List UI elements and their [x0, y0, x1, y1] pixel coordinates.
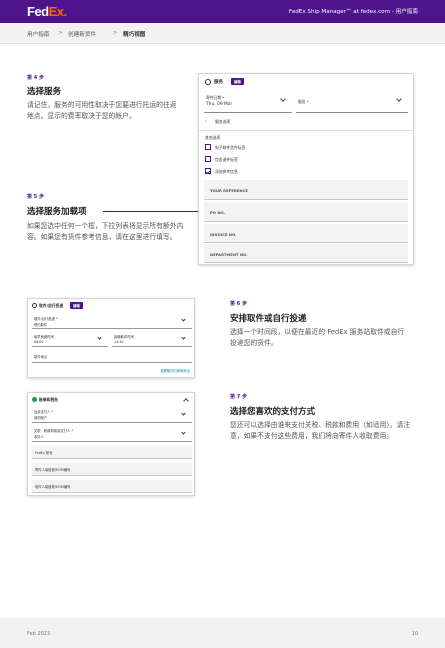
- po-number-field[interactable]: PO NO.: [204, 202, 408, 222]
- ship-date-select[interactable]: 寄件日期 * Thu, 09 Mar: [204, 92, 292, 113]
- document-title: FedEx Ship Manager™ at fedex.com - 用户指南: [288, 9, 418, 15]
- close-time-select[interactable]: 最晚取件时间 14:30: [112, 332, 192, 347]
- connector-line: [103, 211, 198, 212]
- step-4-text: 请记住，服务的可用性取决于您要进行托运的往返地点。显示的费率取决于您的帐户。: [27, 101, 177, 120]
- step-6-label: 第 6 步: [230, 301, 247, 307]
- service-panel: 服务 编辑 寄件日期 * Thu, 09 Mar 服务 * › 服务选项 其他选…: [198, 73, 414, 265]
- duties-payer-select[interactable]: 关税、税款和费用支付人 * 收件人: [32, 426, 192, 442]
- ship-date-label: 寄件日期 *: [206, 95, 225, 100]
- status-dot-icon: [32, 397, 37, 402]
- option-label: 包含退件标签: [215, 157, 238, 162]
- step-7-label: 第 7 步: [230, 394, 247, 400]
- chevron-down-icon: [396, 96, 402, 102]
- chevron-up-icon[interactable]: [183, 398, 189, 404]
- service-label: 服务 *: [298, 99, 309, 104]
- step-5-label: 第 5 步: [27, 194, 44, 200]
- service-panel-title: 服务: [214, 80, 223, 85]
- chevron-down-icon: [181, 411, 186, 416]
- chevron-down-icon: [181, 335, 186, 340]
- recipient-vat-field[interactable]: 收件人增值税/EORI编号: [32, 480, 192, 493]
- department-number-field[interactable]: DEPARTMENT NO.: [204, 244, 408, 263]
- pickup-method-select[interactable]: 取件/自行投递 * 预约取件: [32, 314, 192, 329]
- pickup-panel: 取件/自行投递 编辑 取件/自行投递 * 预约取件 最早就绪时间 08:00 最…: [27, 298, 195, 378]
- step-5-text: 如果您选中任何一个框，下拉列表将显示所有额外内容。如果您有货件参考信息，请在这里…: [27, 222, 184, 241]
- option-label: 电子邮件货件标签: [215, 145, 246, 150]
- invoice-number-field[interactable]: INVOICE NO.: [204, 224, 408, 243]
- chevron-down-icon: [181, 317, 186, 322]
- service-select[interactable]: 服务 *: [296, 92, 408, 113]
- breadcrumb-item: 创建新货件: [68, 32, 96, 38]
- ready-time-select[interactable]: 最早就绪时间 08:00: [32, 332, 108, 347]
- service-options-link[interactable]: 服务选项: [215, 119, 230, 125]
- bill-to-select[interactable]: 运费支付人 * 我的账户: [32, 407, 192, 423]
- return-label-checkbox[interactable]: [205, 156, 211, 162]
- chevron-down-icon: [280, 96, 286, 102]
- breadcrumb-item: 用户指南: [27, 32, 50, 38]
- breadcrumb-separator: >: [58, 30, 63, 36]
- email-label-checkbox[interactable]: [205, 144, 211, 150]
- checkmark-circle-icon: [205, 79, 211, 85]
- billing-panel: 账单和税务 运费支付人 * 我的账户 关税、税款和费用支付人 * 收件人 Fed…: [27, 392, 195, 496]
- pickup-location-field[interactable]: 取件地点: [32, 350, 192, 363]
- shipper-vat-field[interactable]: 寄件人增值税/EORI编号: [32, 463, 192, 476]
- step-7-title: 选择您喜欢的支付方式: [230, 407, 316, 417]
- step-5-title: 选择服务加载项: [27, 207, 87, 217]
- step-4-label: 第 4 步: [27, 75, 44, 81]
- chevron-down-icon: [97, 335, 102, 340]
- breadcrumb-separator: >: [113, 30, 118, 36]
- billing-panel-title: 账单和税务: [39, 397, 58, 402]
- breadcrumb: 用户指南 > 创建新货件 > 精巧视图: [0, 23, 445, 44]
- chevron-right-icon: ›: [205, 118, 207, 123]
- edit-badge[interactable]: 编辑: [231, 78, 244, 85]
- option-label: 添加参考信息: [215, 169, 238, 174]
- top-bar: FedEx. FedEx Ship Manager™ at fedex.com …: [0, 0, 445, 23]
- options-heading: 其他选项: [205, 135, 221, 140]
- your-reference-field[interactable]: YOUR REFERENCE: [204, 180, 408, 200]
- divider: [199, 130, 413, 131]
- checkmark-circle-icon: [32, 303, 37, 308]
- step-6-title: 安排取件或自行投递: [230, 314, 307, 324]
- breadcrumb-current: 精巧视图: [123, 32, 146, 38]
- fedex-logo: FedEx.: [27, 4, 67, 19]
- step-4-title: 选择服务: [27, 87, 62, 97]
- page-number: 10: [411, 631, 418, 637]
- ship-date-value: Thu, 09 Mar: [206, 102, 233, 107]
- footer: Feb 2023 10: [0, 618, 445, 648]
- chevron-down-icon: [181, 430, 186, 435]
- step-7-text: 您还可以选择由谁来支付关税、税款和费用（如适用）。请注意，如果不支付这些费用，我…: [230, 421, 411, 440]
- step-6-text: 选择一个时间段，以便在最近的 FedEx 服务站取件或自行投递您的货件。: [230, 328, 405, 347]
- footer-date: Feb 2023: [27, 631, 51, 637]
- add-reference-checkbox[interactable]: [205, 168, 211, 174]
- pickup-times-link[interactable]: 查看取件时间和地点: [160, 368, 190, 373]
- edit-badge[interactable]: 编辑: [70, 302, 83, 309]
- account-number-field[interactable]: FedEx 帐号: [32, 446, 192, 459]
- pickup-panel-title: 取件/自行投递: [39, 303, 64, 308]
